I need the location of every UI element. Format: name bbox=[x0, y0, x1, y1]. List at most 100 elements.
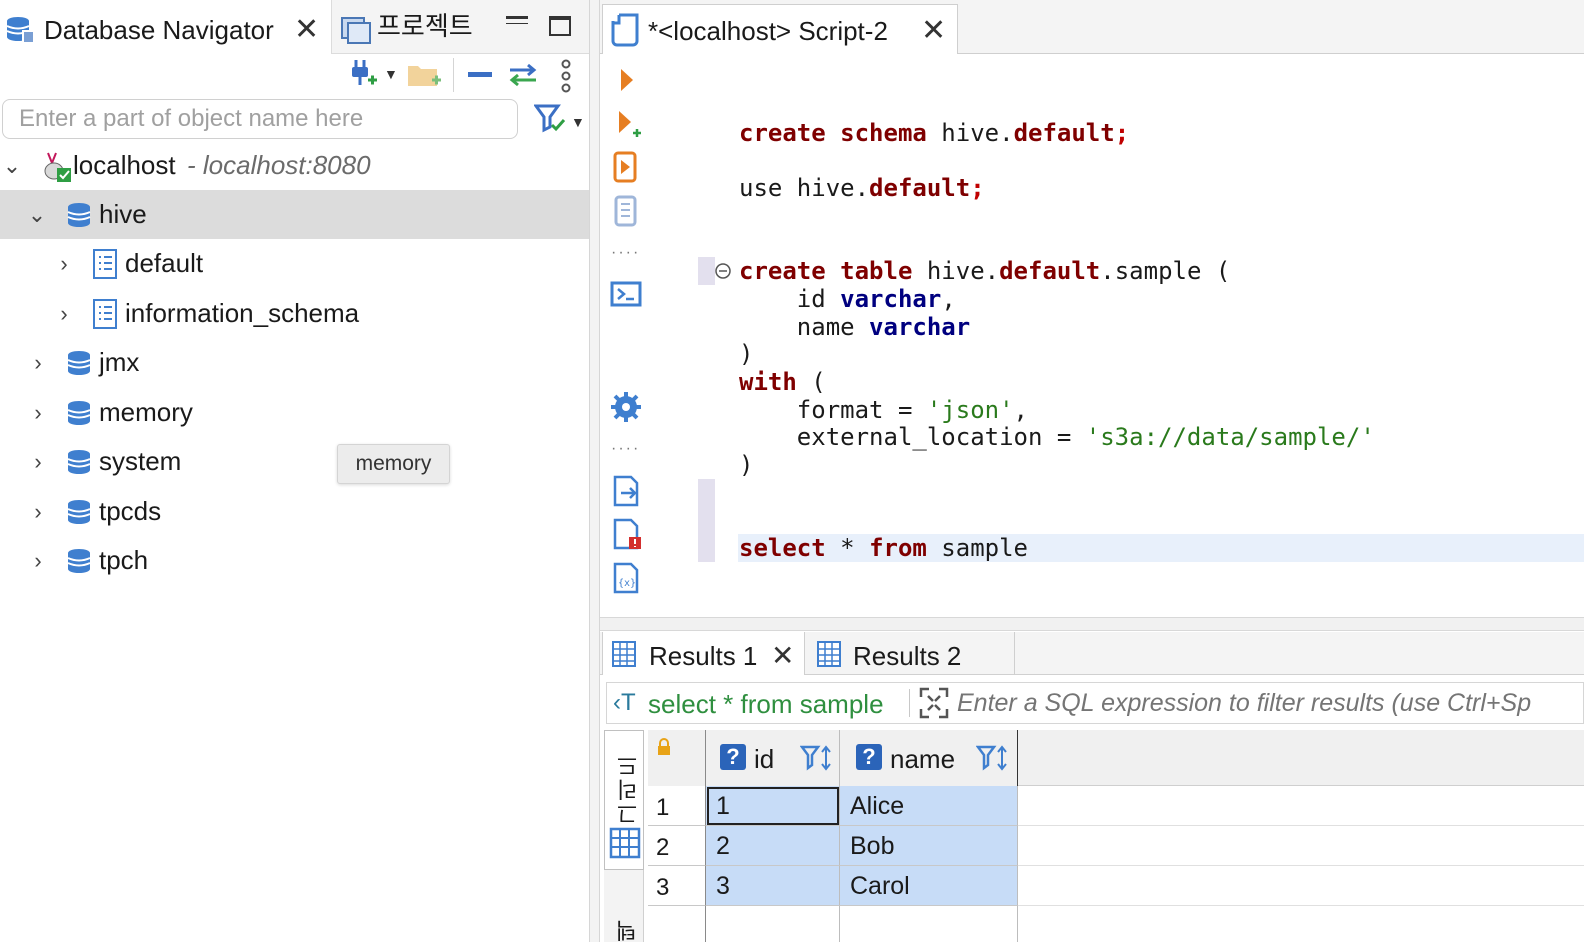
svg-text:{x}: {x} bbox=[618, 578, 636, 589]
chevron-right-icon[interactable]: › bbox=[28, 487, 48, 536]
table-grid-icon bbox=[817, 641, 841, 667]
tab-database-navigator[interactable]: Database Navigator ✕ bbox=[0, 0, 332, 54]
filter-divider bbox=[909, 689, 910, 717]
export-icon[interactable] bbox=[609, 474, 643, 508]
column-header-id[interactable]: ? id bbox=[706, 730, 840, 786]
chevron-down-icon[interactable]: ⌄ bbox=[27, 190, 47, 239]
tree-node-default[interactable]: › default bbox=[0, 239, 589, 288]
tree-node-label: information_schema bbox=[125, 298, 360, 328]
tab-results-1[interactable]: Results 1 ✕ bbox=[602, 632, 805, 675]
tab-grid-view[interactable]: 그리드 bbox=[604, 730, 644, 870]
minimize-icon[interactable] bbox=[506, 16, 528, 24]
tab-results-1-label: Results 1 bbox=[649, 641, 758, 671]
chevron-right-icon[interactable]: › bbox=[28, 437, 48, 486]
tree-node-label: hive bbox=[99, 199, 147, 229]
project-icon bbox=[341, 17, 371, 44]
new-connection-dropdown-icon[interactable]: ▼ bbox=[384, 66, 398, 82]
close-icon[interactable]: ✕ bbox=[294, 0, 319, 60]
fold-collapse-icon[interactable] bbox=[714, 262, 732, 280]
tree-node-hive[interactable]: ⌄ hive bbox=[0, 190, 589, 239]
code-line: name varchar bbox=[739, 313, 971, 341]
more-options-icon[interactable] bbox=[558, 58, 574, 94]
tree-node-label: jmx bbox=[99, 347, 140, 377]
object-search-input[interactable] bbox=[3, 100, 517, 138]
chevron-right-icon[interactable]: › bbox=[28, 338, 48, 387]
panel-splitter[interactable] bbox=[589, 0, 600, 942]
sql-query-icon: ‹T bbox=[613, 689, 636, 716]
tab-script-2[interactable]: *<localhost> Script-2 ✕ bbox=[602, 4, 958, 54]
gear-icon[interactable] bbox=[609, 390, 643, 424]
chevron-right-icon[interactable]: › bbox=[28, 388, 48, 437]
row-number[interactable]: 2 bbox=[648, 826, 706, 866]
lock-icon bbox=[658, 738, 670, 755]
sql-script-icon bbox=[611, 13, 639, 47]
toolbar-divider bbox=[453, 58, 454, 92]
open-console-icon[interactable] bbox=[609, 277, 643, 311]
code-line: ) bbox=[739, 451, 754, 479]
filter-icon[interactable] bbox=[534, 104, 566, 134]
tree-node-localhost[interactable]: ⌄ localhost - localhost:8080 bbox=[0, 141, 589, 190]
code-line: with ( bbox=[739, 368, 826, 396]
execute-statement-icon[interactable] bbox=[609, 63, 643, 97]
editor-action-gutter: ···· ···· {x} bbox=[601, 55, 651, 615]
row-header-corner bbox=[648, 730, 706, 786]
connection-detail: - localhost:8080 bbox=[187, 150, 371, 180]
chevron-down-icon[interactable]: ⌄ bbox=[2, 141, 22, 190]
close-icon[interactable]: ✕ bbox=[771, 626, 794, 686]
chevron-right-icon[interactable]: › bbox=[54, 239, 74, 288]
table-cell[interactable]: Alice bbox=[840, 786, 1018, 826]
table-cell[interactable]: Carol bbox=[840, 866, 1018, 906]
code-line: format = 'json', bbox=[739, 396, 1028, 424]
new-connection-icon[interactable] bbox=[348, 58, 378, 92]
table-cell[interactable]: 2 bbox=[706, 826, 840, 866]
results-grid-header: ? id ? name bbox=[648, 730, 1584, 786]
object-search-input-wrapper bbox=[2, 99, 518, 139]
execute-new-tab-icon[interactable] bbox=[609, 107, 643, 141]
close-icon[interactable]: ✕ bbox=[921, 1, 946, 61]
tab-text-view[interactable]: 텍스트 bbox=[604, 880, 704, 942]
tab-project[interactable]: 프로젝트 bbox=[333, 0, 473, 54]
tree-node-memory[interactable]: › memory bbox=[0, 388, 589, 437]
sort-filter-icon[interactable] bbox=[976, 744, 1008, 772]
connection-icon bbox=[44, 152, 71, 182]
tree-node-information-schema[interactable]: › information_schema bbox=[0, 289, 589, 338]
table-cell[interactable]: Bob bbox=[840, 826, 1018, 866]
column-header-name[interactable]: ? name bbox=[840, 730, 1018, 786]
database-icon bbox=[67, 203, 91, 227]
row-number[interactable]: 1 bbox=[648, 786, 706, 826]
row-number[interactable]: 3 bbox=[648, 866, 706, 906]
tree-node-tpch[interactable]: › tpch bbox=[0, 536, 589, 585]
database-icon bbox=[67, 401, 91, 425]
tree-node-system[interactable]: › system bbox=[0, 437, 589, 486]
code-line: create schema hive.default; bbox=[739, 119, 1130, 147]
execute-script-new-tab-icon[interactable] bbox=[609, 194, 643, 228]
sort-filter-icon[interactable] bbox=[800, 744, 832, 772]
chevron-right-icon[interactable]: › bbox=[54, 289, 74, 338]
filter-dropdown-icon[interactable]: ▼ bbox=[571, 114, 585, 130]
editor-marker bbox=[698, 479, 715, 562]
variables-icon[interactable]: {x} bbox=[609, 561, 643, 595]
tree-node-jmx[interactable]: › jmx bbox=[0, 338, 589, 387]
new-folder-icon[interactable] bbox=[406, 60, 442, 90]
editor-results-splitter[interactable] bbox=[600, 617, 1584, 631]
results-filter-input[interactable] bbox=[957, 685, 1581, 721]
sql-editor[interactable]: create schema hive.default; use hive.def… bbox=[739, 117, 1375, 562]
tree-node-tpcds[interactable]: › tpcds bbox=[0, 487, 589, 536]
problems-icon[interactable] bbox=[609, 517, 643, 551]
unknown-type-icon: ? bbox=[720, 744, 746, 770]
chevron-right-icon[interactable]: › bbox=[28, 536, 48, 585]
tab-project-label: 프로젝트 bbox=[377, 11, 473, 41]
results-tab-bar: Results 1 ✕ Results 2 bbox=[600, 632, 1584, 675]
collapse-all-icon[interactable] bbox=[468, 72, 492, 77]
maximize-icon[interactable] bbox=[549, 16, 571, 36]
execute-script-icon[interactable] bbox=[609, 150, 643, 184]
table-cell[interactable]: 3 bbox=[706, 866, 840, 906]
link-with-editor-icon[interactable] bbox=[506, 62, 540, 88]
tree-node-label: default bbox=[125, 248, 204, 278]
table-grid-icon bbox=[612, 641, 636, 667]
database-icon bbox=[67, 549, 91, 573]
tab-database-navigator-label: Database Navigator bbox=[44, 15, 274, 45]
expand-icon[interactable] bbox=[919, 687, 949, 719]
tab-results-2[interactable]: Results 2 bbox=[806, 632, 1015, 675]
table-cell[interactable]: 1 bbox=[706, 786, 840, 826]
